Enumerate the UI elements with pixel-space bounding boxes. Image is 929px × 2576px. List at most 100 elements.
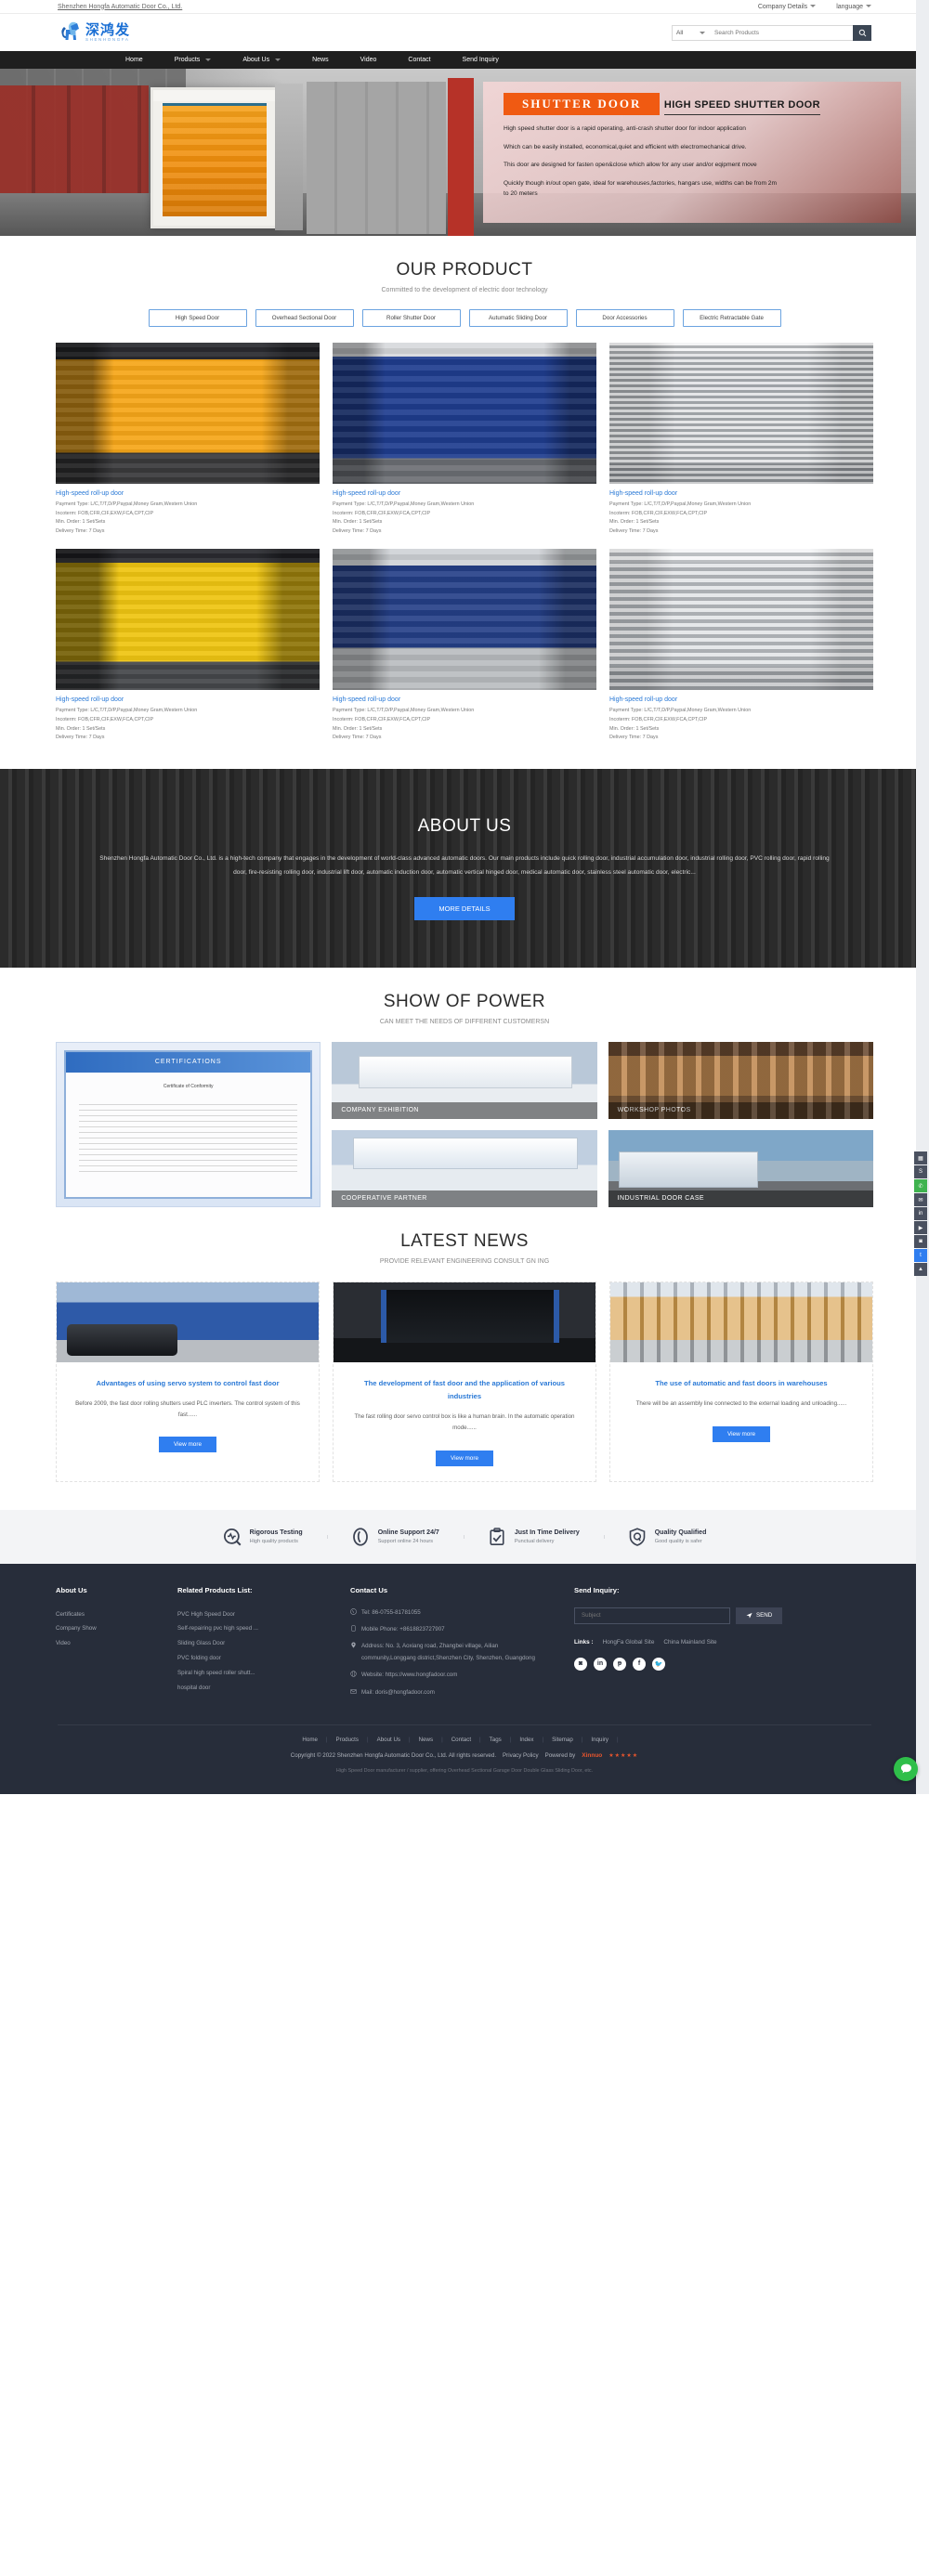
pinterest-icon[interactable]: ᵽ [613,1657,626,1671]
product-image[interactable] [56,343,320,484]
footer-related-link[interactable]: PVC folding door [177,1651,326,1666]
footer-related-link[interactable]: Spiral high speed roller shutt... [177,1666,326,1681]
product-title[interactable]: High-speed roll-up door [609,490,873,497]
rail-youtube-icon[interactable]: ▶ [914,1221,927,1234]
product-title[interactable]: High-speed roll-up door [609,696,873,703]
nav-item-home[interactable]: Home [110,57,159,63]
language-menu[interactable]: language [836,4,871,10]
nav-item-send-inquiry[interactable]: Send Inquiry [447,57,515,63]
product-min-order: Min. Order: 1 Set/Sets [333,725,383,732]
privacy-policy-link[interactable]: Privacy Policy [503,1752,539,1759]
power-card-industrial-door-case[interactable]: INDUSTRIAL DOOR CASE [608,1129,873,1207]
product-tab-autumatic-sliding-door[interactable]: Autumatic Sliding Door [468,309,568,327]
footer-nav-home[interactable]: Home [302,1737,318,1743]
inquiry-send-button[interactable]: SEND [736,1607,783,1624]
nav-item-label: News [312,57,329,63]
footer-nav-tags[interactable]: Tags [490,1737,502,1743]
product-tab-electric-retractable-gate[interactable]: Electric Retractable Gate [682,309,781,327]
product-image[interactable] [609,343,873,484]
chat-bubble-button[interactable] [894,1756,918,1781]
facebook-icon[interactable]: f [633,1657,646,1671]
news-image[interactable] [610,1281,872,1362]
company-name-link[interactable]: Shenzhen Hongfa Automatic Door Co., Ltd. [58,4,182,10]
product-title[interactable]: High-speed roll-up door [333,696,596,703]
search-button[interactable] [853,24,871,41]
product-image[interactable] [56,549,320,691]
instagram-icon[interactable]: ◙ [574,1657,587,1671]
footer-nav-news[interactable]: News [419,1737,433,1743]
contact-website-text[interactable]: Website: https://www.hongfadoor.com [361,1670,457,1681]
search-input[interactable] [709,24,853,41]
search-category-select[interactable]: All [672,24,709,41]
nav-item-news[interactable]: News [296,57,345,63]
link-china-site[interactable]: China Mainland Site [663,1639,716,1646]
news-view-more-button[interactable]: View more [158,1437,217,1453]
product-tab-overhead-sectional-door[interactable]: Overhead Sectional Door [255,309,354,327]
nav-item-products[interactable]: Products [159,57,228,63]
rail-qr-icon[interactable]: ▦ [914,1151,927,1164]
footer-nav-products[interactable]: Products [336,1737,359,1743]
product-title[interactable]: High-speed roll-up door [56,490,320,497]
product-card[interactable]: High-speed roll-up door Payment Type: L/C… [333,343,596,537]
footer-nav-separator: | [325,1736,328,1743]
news-title-link[interactable]: The use of automatic and fast doors in w… [610,1362,872,1390]
product-card[interactable]: High-speed roll-up door Payment Type: L/C… [609,343,873,537]
footer-related-link[interactable]: Self-repairing pvc high speed ... [177,1621,326,1636]
contact-mail-text[interactable]: Mail: doris@hongfadoor.com [361,1687,435,1698]
product-image[interactable] [333,549,596,691]
product-card[interactable]: High-speed roll-up door Payment Type: L/C… [333,549,596,743]
product-tab-roller-shutter-door[interactable]: Roller Shutter Door [361,309,461,327]
rail-whatsapp-icon[interactable]: ✆ [914,1179,927,1192]
footer-nav-contact[interactable]: Contact [451,1737,471,1743]
banner-red-doors [0,85,149,197]
power-card-company-exhibition[interactable]: COMPANY EXHIBITION [332,1041,597,1119]
footer-nav-inquiry[interactable]: Inquiry [591,1737,608,1743]
inquiry-subject-input[interactable] [574,1607,730,1624]
product-card[interactable]: High-speed roll-up door Payment Type: L/C… [56,343,320,537]
product-title[interactable]: High-speed roll-up door [333,490,596,497]
rail-mail-icon[interactable]: ✉ [914,1193,927,1206]
news-view-more-button[interactable]: View more [435,1450,494,1466]
power-card-workshop-photos[interactable]: WORKSHOP PHOTOS [608,1041,873,1119]
footer-nav-about-us[interactable]: About Us [377,1737,400,1743]
lion-logo-svg [61,21,79,40]
product-image[interactable] [609,549,873,691]
rail-twitter-icon[interactable]: t [914,1249,927,1262]
more-details-button[interactable]: MORE DETAILS [414,897,515,921]
product-delivery: Delivery Time: 7 Days [609,527,659,534]
rail-skype-icon[interactable]: S [914,1165,927,1178]
product-title[interactable]: High-speed roll-up door [56,696,320,703]
news-image[interactable] [334,1281,595,1362]
nav-item-contact[interactable]: Contact [392,57,446,63]
rail-instagram-icon[interactable]: ◙ [914,1235,927,1248]
footer-related-link[interactable]: hospital door [177,1681,326,1696]
nav-item-video[interactable]: Video [345,57,393,63]
company-details-menu[interactable]: Company Details [758,4,817,10]
power-card-cooperative-partner[interactable]: COOPERATIVE PARTNER [332,1129,597,1207]
product-image[interactable] [333,343,596,484]
certificate-card[interactable]: CERTIFICATIONS Certificate of Conformity [56,1041,321,1207]
footer-nav-index[interactable]: Index [519,1737,533,1743]
product-card[interactable]: High-speed roll-up door Payment Type: L/C… [609,549,873,743]
footer-related-link[interactable]: PVC High Speed Door [177,1607,326,1622]
footer-about-link[interactable]: Video [56,1636,153,1651]
news-view-more-button[interactable]: View more [712,1425,771,1442]
news-title-link[interactable]: Advantages of using servo system to cont… [57,1362,319,1390]
logo[interactable]: 深鸿发 SHENHONGFA [58,21,130,44]
powered-by-logo[interactable]: Xinnuo [582,1752,602,1759]
rail-arrow-up-icon[interactable]: ▲ [914,1263,927,1276]
nav-item-about-us[interactable]: About Us [227,57,296,63]
link-global-site[interactable]: HongFa Global Site [603,1639,655,1646]
footer-about-link[interactable]: Certificates [56,1607,153,1622]
footer-about-link[interactable]: Company Show [56,1621,153,1636]
product-tab-door-accessories[interactable]: Door Accessories [575,309,674,327]
product-tab-high-speed-door[interactable]: High Speed Door [148,309,247,327]
twitter-icon[interactable]: 🐦 [652,1657,665,1671]
footer-related-link[interactable]: Sliding Glass Door [177,1636,326,1651]
footer-nav-sitemap[interactable]: Sitemap [552,1737,573,1743]
rail-linkedin-icon[interactable]: in [914,1207,927,1220]
product-card[interactable]: High-speed roll-up door Payment Type: L/C… [56,549,320,743]
news-image[interactable] [57,1281,319,1362]
linkedin-icon[interactable]: in [594,1657,607,1671]
news-title-link[interactable]: The development of fast door and the app… [334,1362,595,1403]
